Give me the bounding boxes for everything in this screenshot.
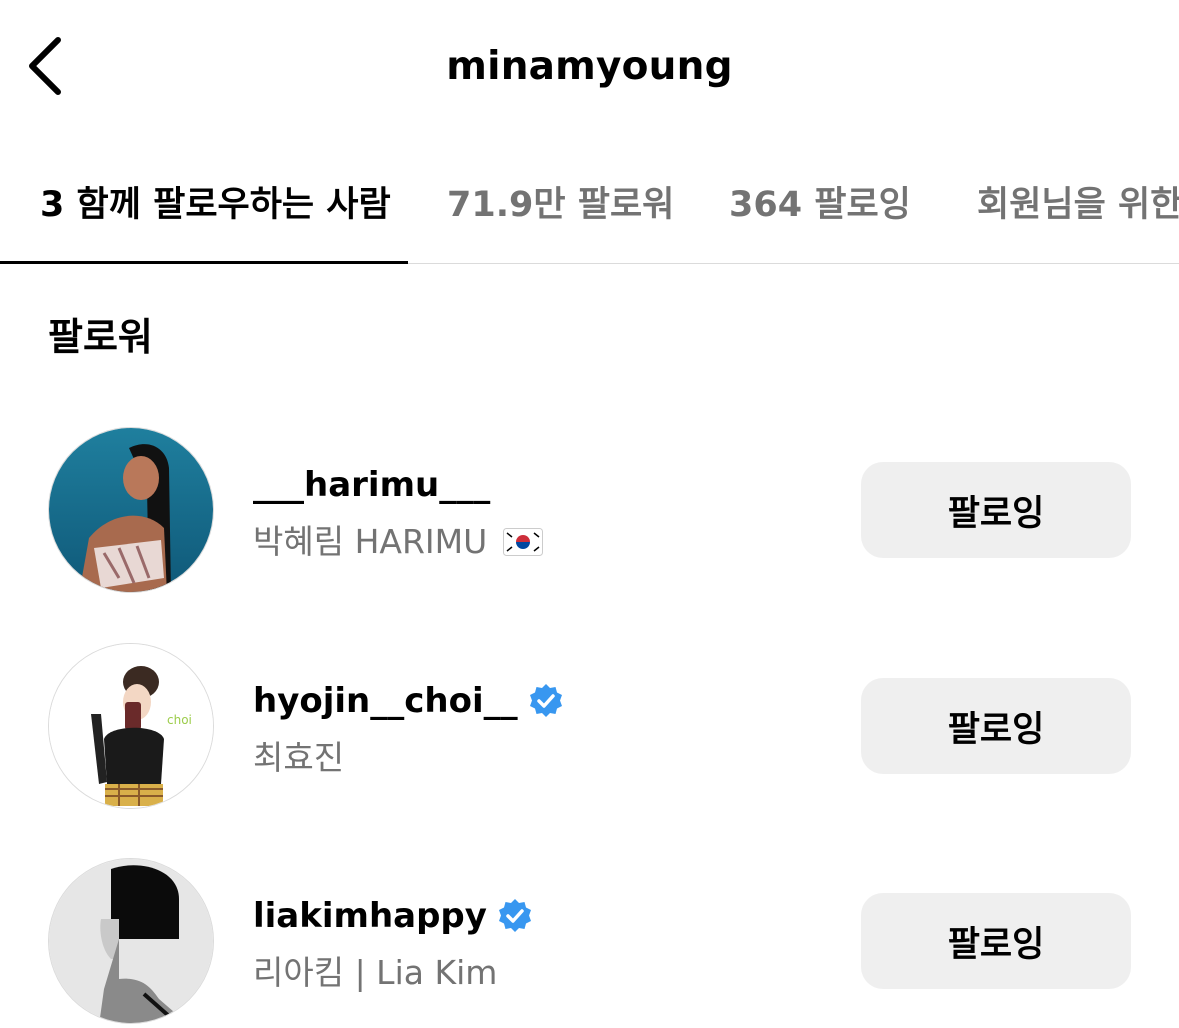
username[interactable]: liakimhappy [253, 896, 533, 936]
tab-bar: 3 함께 팔로우하는 사람 71.9만 팔로워 364 팔로잉 회원님을 위한 [0, 140, 1179, 264]
full-name: 박혜림 HARIMU [253, 515, 544, 563]
tab-following[interactable]: 364 팔로잉 [729, 176, 911, 227]
list-item[interactable]: ___harimu___ 박혜림 HARIMU 팔로잉 [0, 427, 1179, 597]
section-title: 팔로워 [48, 315, 153, 359]
following-button[interactable]: 팔로잉 [861, 678, 1131, 774]
top-bar: minamyoung [0, 0, 1179, 140]
page-title: minamyoung [446, 44, 733, 89]
list-item[interactable]: choi hyojin__choi__ 최효진 팔로잉 [0, 643, 1179, 813]
avatar[interactable] [48, 427, 214, 593]
full-name: 리아킴 | Lia Kim [253, 953, 498, 992]
following-button[interactable]: 팔로잉 [861, 893, 1131, 989]
svg-text:choi: choi [167, 713, 192, 727]
avatar[interactable] [48, 858, 214, 1024]
verified-badge-icon [528, 683, 564, 719]
tab-followers[interactable]: 71.9만 팔로워 [447, 176, 674, 227]
username[interactable]: ___harimu___ [253, 465, 490, 505]
avatar[interactable]: choi [48, 643, 214, 809]
list-item[interactable]: liakimhappy 리아킴 | Lia Kim 팔로잉 [0, 858, 1179, 1028]
south-korea-flag-icon [503, 525, 544, 556]
full-name: 최효진 [253, 738, 345, 777]
following-button[interactable]: 팔로잉 [861, 462, 1131, 558]
active-tab-indicator [0, 261, 408, 264]
verified-badge-icon [497, 898, 533, 934]
username[interactable]: hyojin__choi__ [253, 681, 564, 721]
tab-for-you[interactable]: 회원님을 위한 [977, 176, 1179, 227]
tab-mutual-followers[interactable]: 3 함께 팔로우하는 사람 [40, 176, 391, 227]
